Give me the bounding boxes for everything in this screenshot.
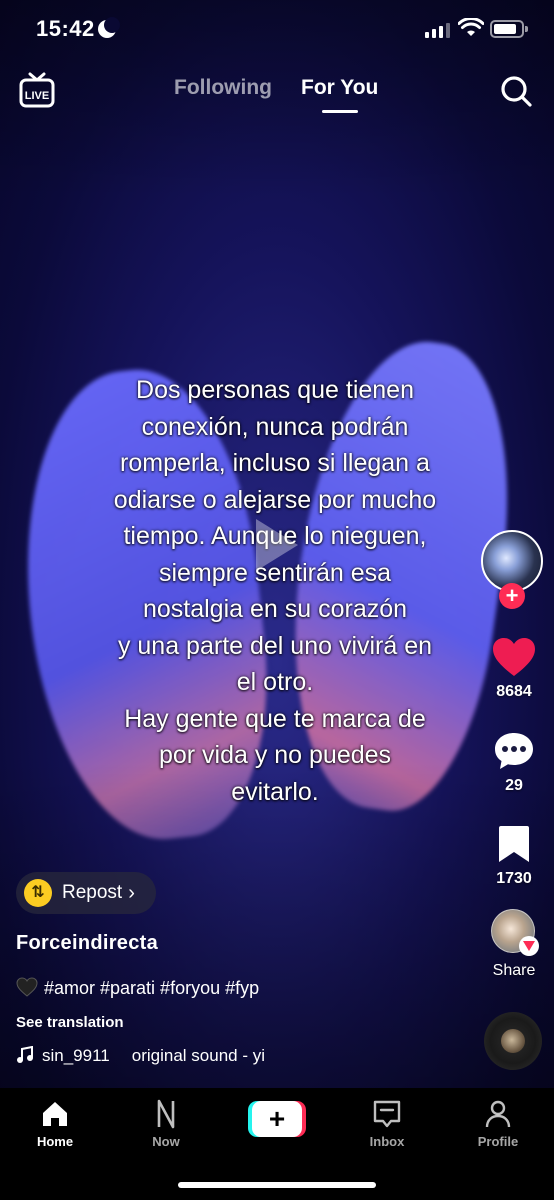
bookmark-icon	[499, 826, 529, 862]
status-time: 15:42	[36, 16, 95, 41]
home-indicator[interactable]	[178, 1182, 376, 1188]
top-navigation: LIVE Following For You	[0, 70, 554, 120]
sound-name: original sound - yi	[131, 1046, 265, 1065]
live-icon[interactable]: LIVE	[18, 72, 56, 108]
follow-button[interactable]: +	[499, 583, 525, 609]
comment-button[interactable]: 29	[478, 730, 550, 795]
heart-icon	[493, 638, 535, 676]
nav-home[interactable]: Home	[10, 1098, 100, 1149]
see-translation-link[interactable]: See translation	[16, 1014, 124, 1031]
repost-label: Repost	[62, 882, 123, 903]
comment-icon	[495, 733, 533, 769]
now-icon	[157, 1099, 175, 1129]
svg-text:LIVE: LIVE	[25, 90, 49, 102]
active-tab-indicator	[322, 110, 358, 113]
profile-icon	[485, 1100, 511, 1128]
repost-icon: ⇅	[24, 879, 52, 907]
search-icon[interactable]	[499, 74, 533, 108]
nav-inbox[interactable]: Inbox	[342, 1098, 432, 1149]
battery-icon	[490, 20, 528, 38]
save-button[interactable]: 1730	[478, 823, 550, 888]
nav-profile[interactable]: Profile	[453, 1098, 543, 1149]
like-button[interactable]: 8684	[478, 636, 550, 701]
chevron-right-icon: ›	[128, 881, 135, 904]
repost-button[interactable]: ⇅ Repost ›	[16, 872, 156, 914]
share-button[interactable]: Share	[478, 962, 550, 980]
sound-user: sin_9911	[42, 1046, 110, 1065]
nav-now-label: Now	[152, 1134, 180, 1149]
sound-disc[interactable]	[484, 1012, 542, 1070]
comment-count: 29	[505, 777, 523, 794]
creator-username[interactable]: Forceindirecta	[16, 932, 158, 955]
share-icon	[519, 936, 539, 956]
save-count: 1730	[496, 870, 532, 887]
cellular-signal-icon	[425, 22, 450, 38]
music-note-icon	[17, 1046, 33, 1063]
black-heart-icon	[16, 977, 38, 997]
caption-hashtags: #amor #parati #foryou #fyp	[44, 978, 260, 998]
sound-info[interactable]: sin_9911 original sound - yi	[16, 1046, 292, 1070]
nav-inbox-label: Inbox	[369, 1134, 405, 1149]
home-icon	[43, 1102, 67, 1126]
nav-now[interactable]: Now	[121, 1098, 211, 1149]
create-button[interactable]: +	[248, 1101, 306, 1137]
like-count: 8684	[496, 683, 532, 700]
plus-icon: +	[252, 1101, 302, 1137]
moon-icon	[98, 17, 120, 38]
share-label: Share	[492, 962, 536, 979]
wifi-icon	[458, 18, 484, 36]
tab-for-you[interactable]: For You	[301, 76, 378, 100]
nav-profile-label: Profile	[477, 1134, 519, 1149]
video-caption[interactable]: #amor #parati #foryou #fyp	[16, 977, 259, 999]
video-feed-screen[interactable]: 15:42 LIVE Following For You Dos persona…	[0, 0, 554, 1200]
video-overlay-text: Dos personas que tienen conexión, nunca …	[113, 376, 437, 806]
inbox-icon	[373, 1100, 401, 1128]
nav-home-label: Home	[36, 1134, 74, 1149]
status-bar: 15:42	[0, 0, 554, 60]
play-icon[interactable]	[252, 515, 302, 575]
tab-following[interactable]: Following	[174, 76, 272, 100]
